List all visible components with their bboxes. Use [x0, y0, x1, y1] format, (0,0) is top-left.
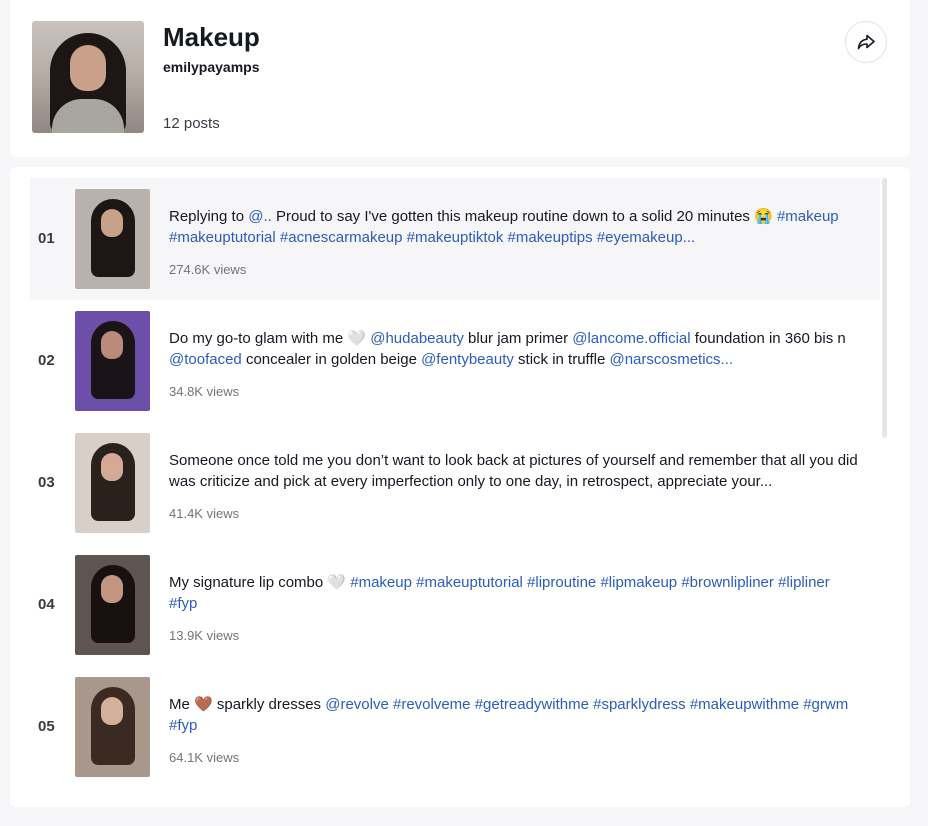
description-text: Someone once told me you don’t want to l… — [169, 452, 858, 490]
post-index: 01 — [38, 230, 55, 247]
post-views: 64.1K views — [169, 750, 240, 765]
share-arrow-icon — [857, 34, 875, 50]
hashtag-link[interactable]: @revolve — [325, 696, 389, 713]
thumbnail-face — [101, 575, 123, 603]
hashtag-link[interactable]: #revolveme — [393, 696, 471, 713]
post-index: 05 — [38, 718, 55, 735]
hashtag-link[interactable]: #makeup — [777, 208, 839, 225]
post-thumbnail[interactable] — [75, 677, 150, 777]
thumbnail-face — [101, 331, 123, 359]
post-row[interactable]: 01 Replying to @.. Proud to say I've gott… — [30, 178, 880, 300]
description-text: foundation in 360 bis n — [690, 330, 846, 347]
hashtag-link[interactable]: #makeuptutorial — [169, 229, 276, 246]
thumbnail-face — [101, 697, 123, 725]
post-description: My signature lip combo 🤍 #makeup #makeup… — [169, 572, 859, 614]
post-description: Replying to @.. Proud to say I've gotten… — [169, 206, 859, 248]
hashtag-link[interactable]: #grwm — [803, 696, 848, 713]
post-description: Someone once told me you don’t want to l… — [169, 450, 859, 492]
post-count: 12 posts — [163, 115, 220, 132]
description-text: Replying to — [169, 208, 249, 225]
hashtag-link[interactable]: #getreadywithme — [475, 696, 589, 713]
collection-author[interactable]: emilypayamps — [163, 59, 260, 75]
hashtag-link[interactable]: @fentybeauty — [421, 351, 514, 368]
hashtag-link[interactable]: #lipmakeup — [600, 574, 677, 591]
post-index: 02 — [38, 352, 55, 369]
description-text: concealer in golden beige — [241, 351, 422, 368]
hashtag-link[interactable]: #makeuptutorial — [416, 574, 523, 591]
post-thumbnail[interactable] — [75, 311, 150, 411]
description-text: Do my go-to glam with me 🤍 — [169, 330, 371, 347]
hashtag-link[interactable]: #sparklydress — [593, 696, 686, 713]
post-views: 34.8K views — [169, 384, 240, 399]
cover-face — [70, 45, 106, 91]
collection-title: Makeup — [163, 22, 260, 52]
post-index: 03 — [38, 474, 55, 491]
hashtag-link[interactable]: #eyemakeup... — [597, 229, 695, 246]
hashtag-link[interactable]: @narscosmetics... — [609, 351, 733, 368]
hashtag-link[interactable]: #fyp — [169, 717, 197, 734]
description-text: My signature lip combo 🤍 — [169, 574, 351, 591]
hashtag-link[interactable]: @lancome.official — [572, 330, 690, 347]
post-thumbnail[interactable] — [75, 433, 150, 533]
post-description: Me 🤎 sparkly dresses @revolve #revolveme… — [169, 694, 859, 736]
hashtag-link[interactable]: @toofaced — [169, 351, 242, 368]
post-index: 04 — [38, 596, 55, 613]
hashtag-link[interactable]: #makeuptiktok — [407, 229, 504, 246]
post-row[interactable]: 05 Me 🤎 sparkly dresses @revolve #revolve… — [30, 666, 880, 788]
hashtag-link[interactable]: #makeupwithme — [690, 696, 799, 713]
post-thumbnail[interactable] — [75, 555, 150, 655]
hashtag-link[interactable]: #lipliner — [778, 574, 830, 591]
description-text: Me 🤎 sparkly dresses — [169, 696, 326, 713]
post-views: 13.9K views — [169, 628, 240, 643]
thumbnail-face — [101, 453, 123, 481]
post-views: 274.6K views — [169, 262, 247, 277]
description-text: Proud to say I've gotten this makeup rou… — [271, 208, 777, 225]
collection-header: Makeup emilypayamps 12 posts — [10, 0, 910, 157]
hashtag-link[interactable]: #brownlipliner — [681, 574, 774, 591]
post-row[interactable]: 03 Someone once told me you don’t want to… — [30, 422, 880, 544]
description-text: stick in truffle — [513, 351, 610, 368]
post-description: Do my go-to glam with me 🤍 @hudabeauty b… — [169, 328, 859, 370]
hashtag-link[interactable]: #makeuptips — [508, 229, 593, 246]
hashtag-link[interactable]: @.. — [248, 208, 272, 225]
list-scrollbar[interactable] — [882, 178, 887, 438]
post-row[interactable]: 04 My signature lip combo 🤍 #makeup #make… — [30, 544, 880, 666]
thumbnail-face — [101, 209, 123, 237]
hashtag-link[interactable]: #acnescarmakeup — [280, 229, 403, 246]
post-views: 41.4K views — [169, 506, 240, 521]
hashtag-link[interactable]: @hudabeauty — [370, 330, 464, 347]
description-text: blur jam primer — [463, 330, 573, 347]
hashtag-link[interactable]: #liproutine — [527, 574, 596, 591]
hashtag-link[interactable]: #makeup — [350, 574, 412, 591]
share-button[interactable] — [845, 21, 887, 63]
post-thumbnail[interactable] — [75, 189, 150, 289]
post-row[interactable]: 02 Do my go-to glam with me 🤍 @hudabeauty… — [30, 300, 880, 422]
hashtag-link[interactable]: #fyp — [169, 595, 197, 612]
collection-cover-image[interactable] — [32, 21, 144, 133]
